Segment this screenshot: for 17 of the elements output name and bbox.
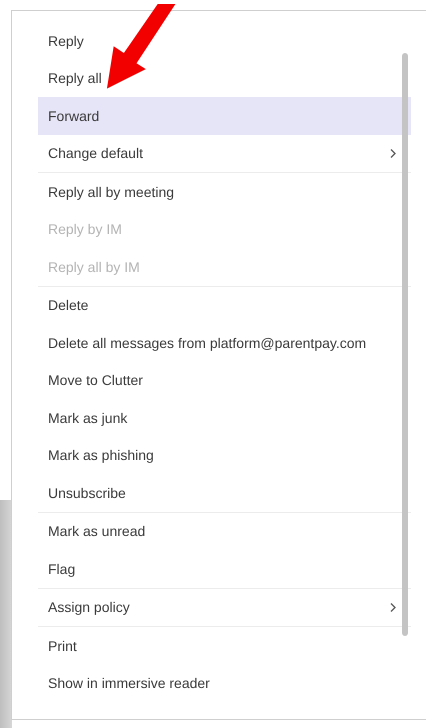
menu-item[interactable]: Delete all messages from platform@parentpay.com [38,324,411,362]
scrollbar-thumb[interactable] [402,53,408,636]
menu-item[interactable]: Reply all [38,60,411,97]
menu-item[interactable]: Reply all by meeting [38,173,411,210]
menu-item[interactable]: Unsubscribe [38,474,411,512]
menu-item[interactable]: Print [38,627,411,664]
menu-item[interactable]: Mark as phishing [38,436,411,474]
menu-item[interactable]: Move to Clutter [38,362,411,399]
menu-item[interactable]: Reply [38,22,411,60]
menu-item[interactable]: Assign policy [38,588,411,626]
menu-item[interactable]: Delete [38,286,411,324]
menu-item[interactable]: Mark as unread [38,512,411,550]
menu-item[interactable]: Forward [38,97,411,134]
menu-item[interactable]: Show in immersive reader [38,664,411,702]
menu-item[interactable]: Mark as junk [38,399,411,436]
menu-item[interactable]: Flag [38,550,411,588]
menu-item[interactable]: Change default [38,134,411,172]
